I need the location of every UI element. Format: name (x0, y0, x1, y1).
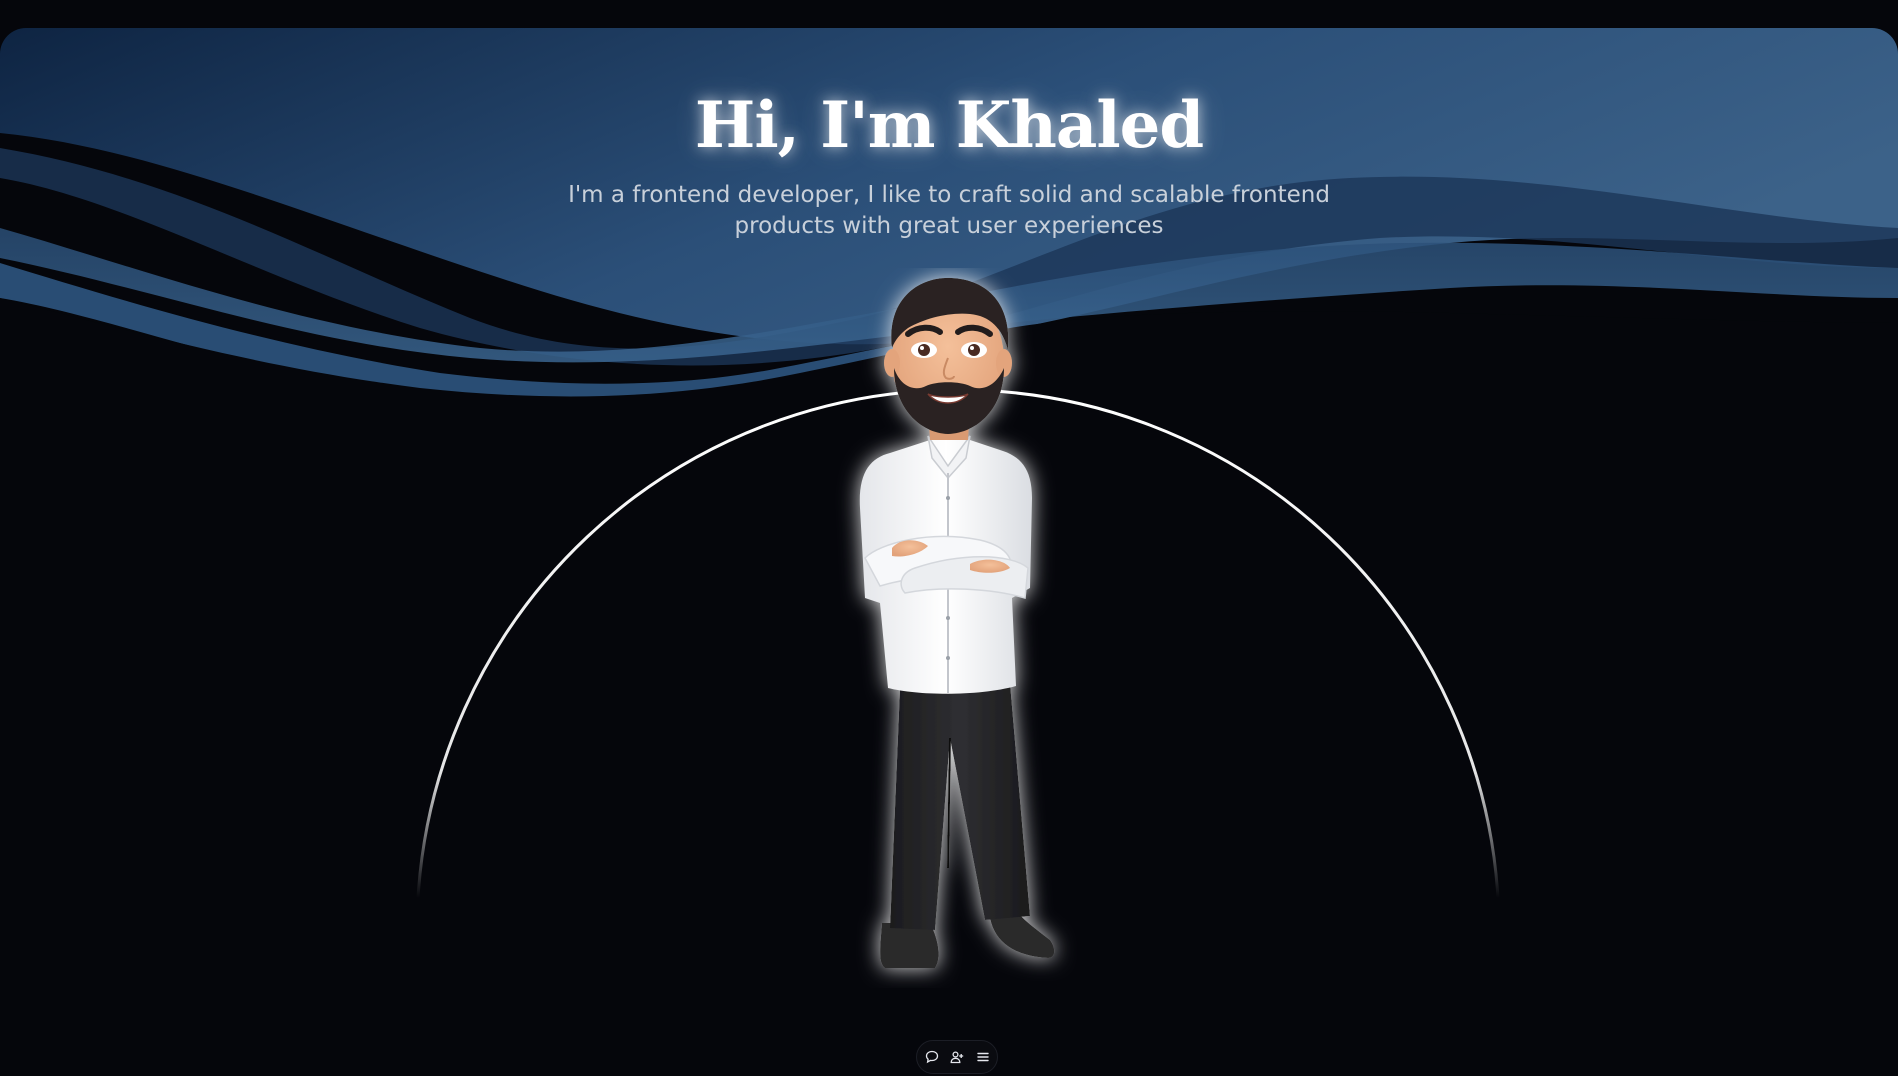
hero-section: Hi, I'm Khaled I'm a frontend developer,… (0, 28, 1898, 1076)
contact-button[interactable] (946, 1046, 968, 1068)
avatar-illustration (859, 277, 1055, 968)
add-user-icon (950, 1051, 964, 1064)
menu-button[interactable] (972, 1046, 994, 1068)
chat-bubble-icon (925, 1050, 938, 1064)
page: Hi, I'm Khaled I'm a frontend developer,… (0, 0, 1898, 1076)
chat-button[interactable] (921, 1046, 943, 1068)
page-title: Hi, I'm Khaled (694, 88, 1204, 163)
page-subtitle: I'm a frontend developer, I like to craf… (568, 182, 1330, 239)
bottom-dock (916, 1040, 998, 1074)
menu-icon (976, 1052, 989, 1062)
